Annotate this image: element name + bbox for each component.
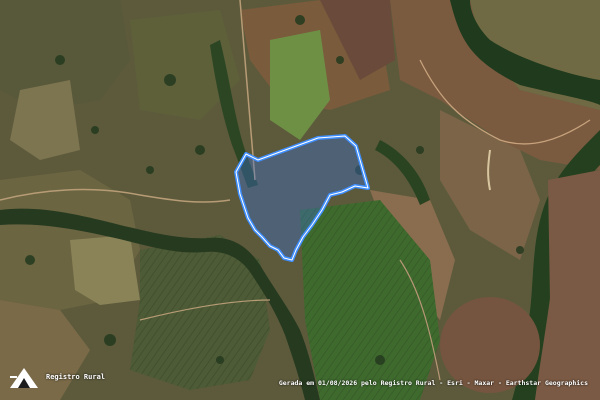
- registro-rural-logo-icon: [10, 368, 38, 388]
- branding: Registro Rural: [8, 364, 105, 390]
- brand-name: Registro Rural: [46, 373, 106, 381]
- map-attribution: Gerada em 01/08/2026 pelo Registro Rural…: [278, 379, 588, 387]
- satellite-imagery: [0, 0, 600, 400]
- map-view[interactable]: Registro Rural Gerada em 01/08/2026 pelo…: [0, 0, 600, 400]
